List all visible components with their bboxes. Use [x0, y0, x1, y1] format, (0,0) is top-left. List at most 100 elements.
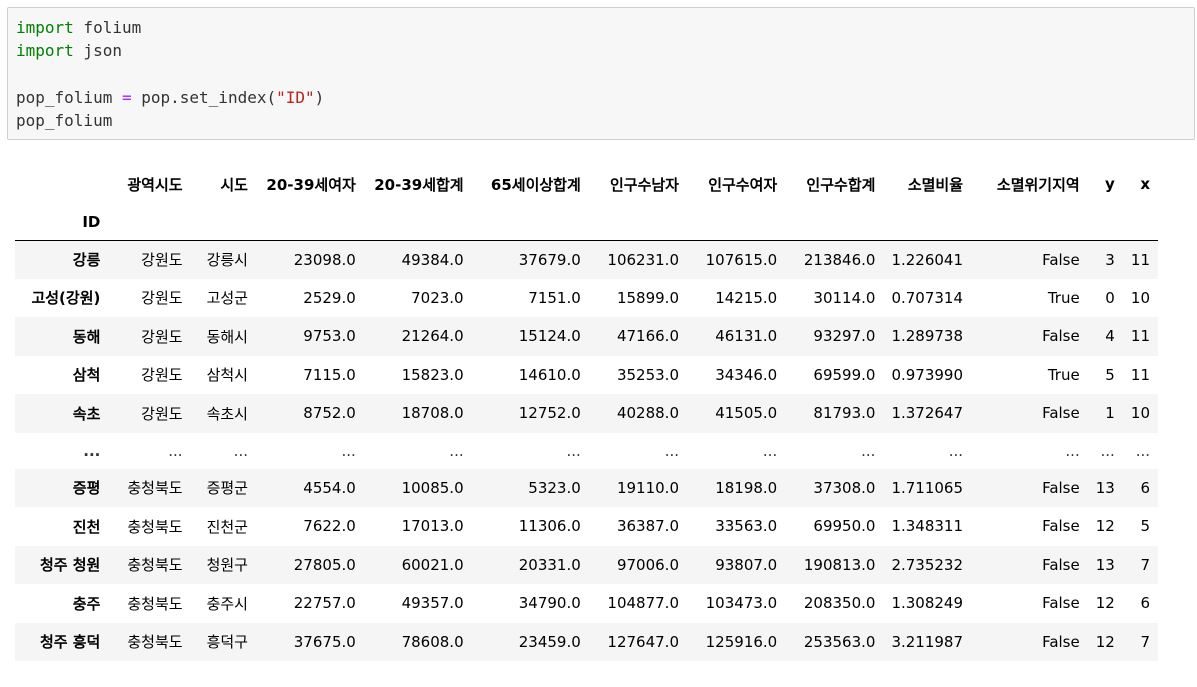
code-line-2: import json: [16, 39, 122, 62]
table-cell: 13: [1095, 478, 1115, 497]
table-cell: 20331.0: [518, 555, 581, 574]
table-cell: 충청북도: [127, 594, 183, 613]
column-header: y: [1087, 164, 1123, 204]
table-cell: 7023.0: [411, 288, 464, 307]
code-close-paren: ): [314, 88, 325, 107]
table-cell: 1.289738: [891, 327, 964, 346]
column-header: 인구수합계: [785, 164, 884, 204]
code-input-cell[interactable]: import folium import json pop_folium = p…: [7, 7, 1195, 140]
table-cell: 0.707314: [891, 288, 964, 307]
table-cell: 69950.0: [813, 517, 876, 536]
code-line-1: import folium: [16, 16, 141, 39]
table-cell: 21264.0: [401, 327, 464, 346]
table-cell: 5: [1105, 365, 1115, 384]
table-cell: 127647.0: [607, 632, 679, 651]
table-cell: ...: [948, 441, 964, 460]
table-cell: 충청북도: [127, 517, 183, 536]
table-cell: ...: [168, 441, 183, 460]
table-cell: 103473.0: [705, 594, 778, 613]
code-string: "ID": [276, 88, 315, 107]
table-cell: 0: [1105, 288, 1115, 307]
table-cell: 22757.0: [293, 594, 356, 613]
table-cell: 23098.0: [293, 250, 356, 269]
table-row: 충주 충청북도 충주시 22757.0 49357.0 34790.0 104877.0 10…: [15, 584, 1158, 623]
table-cell: 15899.0: [616, 288, 679, 307]
table-cell: 41505.0: [715, 404, 778, 423]
table-cell: 107615.0: [705, 250, 778, 269]
table-cell: False: [1042, 594, 1080, 613]
table-cell: 충청북도: [127, 479, 183, 498]
column-header: 20-39세여자: [255, 164, 364, 204]
table-cell: 27805.0: [293, 555, 356, 574]
index-header-blank: [15, 164, 109, 204]
table-cell: 93807.0: [715, 555, 778, 574]
table-cell: 30114.0: [813, 288, 876, 307]
table-cell: 19110.0: [616, 478, 679, 497]
table-cell: 12: [1095, 517, 1115, 536]
table-cell: 34346.0: [715, 365, 778, 384]
table-cell: 213846.0: [803, 250, 876, 269]
table-cell: 강릉시: [206, 251, 248, 269]
table-cell: 18198.0: [715, 478, 778, 497]
table-cell: False: [1042, 327, 1080, 346]
table-cell: 13: [1095, 555, 1115, 574]
table-cell: 11: [1130, 365, 1150, 384]
column-header: 시도: [190, 164, 256, 204]
column-header-row: 광역시도 시도 20-39세여자 20-39세합계 65세이상합계 인구수남자 …: [15, 164, 1158, 204]
table-cell: 47166.0: [616, 327, 679, 346]
code-call: pop.set_index(: [131, 88, 277, 107]
dataframe-output-table: 광역시도 시도 20-39세여자 20-39세합계 65세이상합계 인구수남자 …: [15, 164, 1158, 661]
table-cell: 6: [1140, 478, 1150, 497]
table-cell: 강원도: [141, 289, 183, 308]
table-cell: 3.211987: [891, 632, 964, 651]
table-cell: 37675.0: [293, 632, 356, 651]
code-lhs: pop_folium: [16, 88, 122, 107]
table-cell: 11: [1130, 250, 1150, 269]
table-cell: 7: [1140, 632, 1150, 651]
row-index-label: 속초: [72, 404, 101, 423]
table-cell: 7151.0: [528, 288, 581, 307]
code-operator: =: [121, 88, 132, 107]
row-index-label: 충주: [72, 594, 101, 613]
table-cell: 5: [1140, 517, 1150, 536]
table-cell: 5323.0: [528, 478, 581, 497]
module-name: folium: [73, 18, 142, 37]
table-row: 동해 강원도 동해시 9753.0 21264.0 15124.0 47166.0 46131…: [15, 317, 1158, 356]
table-cell: 고성군: [206, 289, 248, 308]
table-cell: False: [1042, 555, 1080, 574]
table-cell: 78608.0: [401, 632, 464, 651]
table-cell: 3: [1105, 250, 1115, 269]
table-cell: 33563.0: [715, 517, 778, 536]
row-index-label: 진천: [72, 517, 101, 536]
keyword-import: import: [16, 18, 74, 37]
index-name: ID: [15, 204, 109, 241]
table-cell: 14215.0: [715, 288, 778, 307]
table-cell: ...: [664, 441, 679, 460]
table-cell: 93297.0: [813, 327, 876, 346]
table-cell: True: [1047, 365, 1080, 384]
table-cell: 7: [1140, 555, 1150, 574]
table-cell: 49357.0: [401, 594, 464, 613]
table-cell: 강원도: [141, 251, 183, 269]
table-cell: 청원구: [206, 556, 248, 575]
table-cell: 10: [1130, 288, 1150, 307]
table-cell: 9753.0: [303, 327, 356, 346]
table-cell: 충청북도: [127, 633, 183, 652]
table-cell: 1.711065: [891, 478, 964, 497]
table-cell: ...: [861, 441, 876, 460]
row-index-label: 동해: [72, 327, 101, 346]
table-cell: 충주시: [206, 594, 248, 613]
table-cell: False: [1042, 250, 1080, 269]
column-header: x: [1122, 164, 1158, 204]
table-cell: 18708.0: [401, 404, 464, 423]
row-index-label: 강릉: [72, 251, 101, 269]
table-row: 청주 흥덕 충청북도 흥덕구 37675.0 78608.0 23459.0 127647.…: [15, 622, 1158, 661]
table-cell: 253563.0: [803, 632, 876, 651]
table-cell: 23459.0: [518, 632, 581, 651]
table-cell: 37679.0: [518, 250, 581, 269]
table-cell: 증평군: [206, 479, 248, 498]
table-cell: 8752.0: [303, 404, 356, 423]
table-cell: 125916.0: [705, 632, 778, 651]
table-cell: True: [1047, 288, 1080, 307]
code-line-3: pop_folium = pop.set_index("ID"): [16, 86, 324, 109]
